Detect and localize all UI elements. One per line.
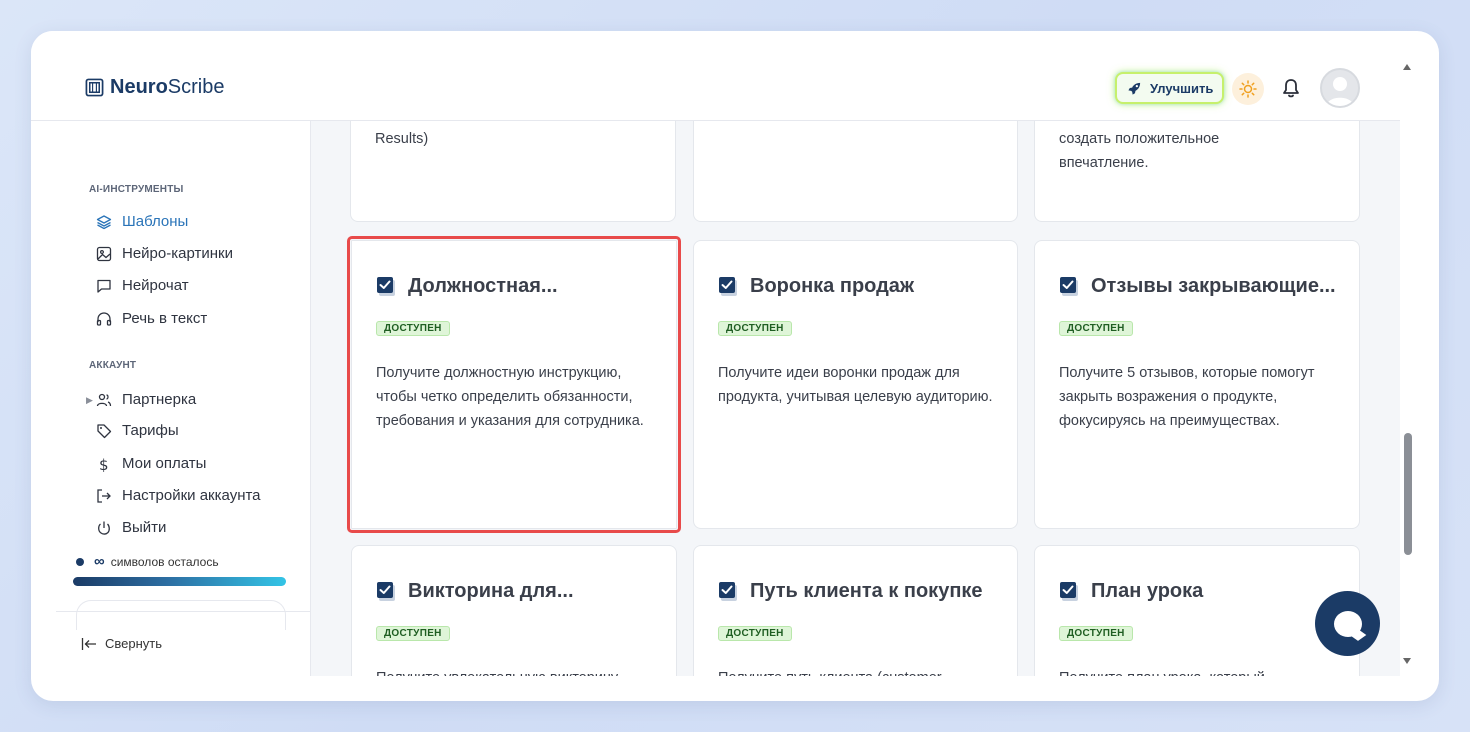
app-logo[interactable]: NeuroScribe (85, 76, 225, 99)
credits-symbol: ∞ (94, 553, 105, 570)
card-description: Получите 5 отзывов, которые помогут закр… (1059, 365, 1315, 429)
logout-icon (97, 488, 111, 503)
image-icon (96, 246, 112, 261)
sidebar: AI-ИНСТРУМЕНТЫ Шаблоны Нейро-картинки Не… (56, 121, 311, 676)
chat-widget-button[interactable] (1315, 591, 1380, 656)
app-window: NeuroScribe Улучшить AI-ИНСТРУМЕНТЫ Шабл… (31, 31, 1439, 701)
status-badge: ДОСТУПЕН (1059, 626, 1133, 641)
power-icon (98, 521, 110, 535)
card-description: Получите должностную инструкцию, чтобы ч… (376, 365, 644, 429)
sidebar-item-label: Мои оплаты (122, 455, 207, 472)
checkbox-icon (377, 581, 395, 601)
sidebar-item-label: Нейро-картинки (122, 245, 233, 262)
sidebar-item-payments[interactable]: $ Мои оплаты (96, 455, 206, 472)
collapse-icon (81, 637, 96, 650)
sidebar-item-account-settings[interactable]: Настройки аккаунта (96, 487, 261, 504)
card-title: Отзывы закрывающие... (1091, 275, 1336, 297)
credits-text: символов осталось (110, 554, 219, 569)
sidebar-pill (76, 600, 286, 630)
card-description: создать положительное впечатление. (1059, 131, 1220, 171)
sidebar-item-neuro-images[interactable]: Нейро-картинки (96, 245, 233, 262)
template-card-job-description[interactable]: Должностная... ДОСТУПЕН Получите должнос… (347, 236, 681, 533)
scrollbar-thumb[interactable] (1404, 433, 1412, 555)
upgrade-button[interactable]: Улучшить (1115, 72, 1225, 104)
sidebar-item-label: Тарифы (122, 422, 179, 439)
card-title: Путь клиента к покупке (750, 580, 983, 602)
sidebar-item-label: Шаблоны (122, 213, 189, 230)
sun-icon (1239, 80, 1257, 98)
upgrade-label: Улучшить (1150, 80, 1214, 96)
templates-grid: Results) создать положительное впечатлен… (311, 121, 1400, 676)
section-label-account: АККАУНТ (89, 360, 137, 371)
credits-progress-bar (73, 577, 286, 586)
tag-icon (97, 423, 112, 438)
chat-icon (97, 279, 111, 293)
card-description: Получите путь клиента (customer (718, 666, 998, 676)
sidebar-item-tariffs[interactable]: Тарифы (96, 422, 179, 439)
template-card-sales-funnel[interactable]: Воронка продаж ДОСТУПЕН Получите идеи во… (693, 240, 1018, 529)
users-icon (96, 393, 112, 406)
top-header: NeuroScribe Улучшить (31, 31, 1400, 121)
collapse-sidebar-button[interactable]: Свернуть (81, 636, 162, 651)
card-title: Воронка продаж (750, 275, 915, 297)
expand-caret-icon[interactable]: ▶ (86, 395, 93, 406)
credits-remaining: ∞ символов осталось (76, 553, 219, 570)
sidebar-item-speech-to-text[interactable]: Речь в текст (96, 310, 207, 327)
sidebar-item-label: Выйти (122, 519, 167, 536)
status-badge: ДОСТУПЕН (376, 626, 450, 641)
template-card[interactable] (693, 121, 1018, 222)
card-description: Results) (375, 131, 429, 147)
sidebar-item-templates[interactable]: Шаблоны (96, 213, 188, 230)
dollar-icon: $ (99, 456, 109, 472)
checkbox-icon (719, 581, 737, 601)
template-card[interactable]: Results) (350, 121, 676, 222)
template-card[interactable]: создать положительное впечатление. (1034, 121, 1360, 222)
logo-text-bold: Neuro (110, 76, 168, 98)
rocket-icon (1128, 82, 1141, 95)
sidebar-item-label: Речь в текст (122, 310, 208, 327)
status-badge: ДОСТУПЕН (1059, 321, 1133, 336)
status-dot (76, 557, 84, 566)
status-badge: ДОСТУПЕН (376, 321, 450, 336)
template-card-quiz[interactable]: Викторина для... ДОСТУПЕН Получите увлек… (351, 545, 677, 676)
card-title: Должностная... (408, 275, 558, 297)
sidebar-item-logout[interactable]: Выйти (96, 519, 166, 536)
bell-icon[interactable] (1280, 77, 1302, 99)
user-avatar[interactable] (1320, 68, 1360, 108)
scroll-up-arrow-icon[interactable] (1403, 64, 1411, 70)
svg-text:$: $ (99, 456, 109, 472)
card-description: Получите план урока, который (1059, 666, 1339, 676)
sidebar-item-neurochat[interactable]: Нейрочат (96, 277, 189, 294)
collapse-label: Свернуть (105, 636, 163, 651)
checkbox-icon (377, 276, 395, 296)
logo-icon (85, 78, 104, 97)
sidebar-item-label: Настройки аккаунта (122, 487, 261, 504)
sidebar-item-partners[interactable]: Партнерка (96, 391, 196, 408)
sidebar-item-label: Партнерка (122, 391, 197, 408)
avatar-icon (1326, 77, 1354, 106)
layers-icon (96, 214, 112, 229)
status-badge: ДОСТУПЕН (718, 626, 792, 641)
template-card-customer-journey[interactable]: Путь клиента к покупке ДОСТУПЕН Получите… (693, 545, 1018, 676)
sidebar-divider (56, 611, 311, 612)
card-title: План урока (1091, 580, 1204, 602)
status-badge: ДОСТУПЕН (718, 321, 792, 336)
logo-text-light: Scribe (167, 76, 225, 98)
checkbox-icon (719, 276, 737, 296)
headphones-icon (96, 311, 112, 326)
sidebar-item-label: Нейрочат (122, 277, 189, 294)
template-card-reviews[interactable]: Отзывы закрывающие... ДОСТУПЕН Получите … (1034, 240, 1360, 529)
scroll-down-arrow-icon[interactable] (1403, 658, 1411, 664)
theme-toggle-button[interactable] (1232, 73, 1264, 105)
section-label-tools: AI-ИНСТРУМЕНТЫ (89, 184, 184, 195)
card-description: Получите идеи воронки продаж для продукт… (718, 365, 993, 405)
chat-bubble-icon (1333, 610, 1362, 637)
card-description: Получите увлекательную викторину (376, 666, 656, 676)
checkbox-icon (1060, 276, 1078, 296)
card-title: Викторина для... (408, 580, 574, 602)
template-card-lesson-plan[interactable]: План урока ДОСТУПЕН Получите план урока,… (1034, 545, 1360, 676)
checkbox-icon (1060, 581, 1078, 601)
